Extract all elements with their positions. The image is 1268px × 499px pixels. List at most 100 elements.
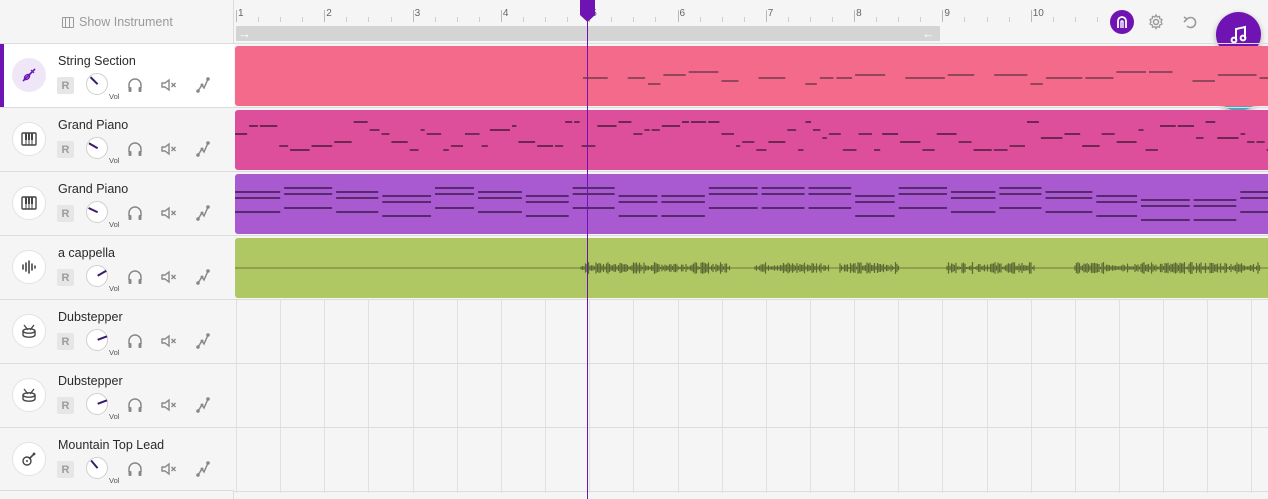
mute-icon[interactable] [160, 268, 178, 286]
mute-icon[interactable] [160, 76, 178, 94]
record-arm-button[interactable]: R [57, 205, 74, 222]
string-section-region[interactable] [235, 46, 1268, 106]
arrow-right-icon[interactable]: → [238, 26, 254, 41]
grid-line [500, 299, 502, 493]
headphones-icon[interactable] [126, 76, 144, 94]
beat-tick [898, 17, 900, 22]
grid-line [986, 299, 988, 493]
headphones-icon[interactable] [126, 332, 144, 350]
headphones-icon[interactable] [126, 204, 144, 222]
headphones-icon[interactable] [126, 140, 144, 158]
grand-piano-region[interactable] [235, 174, 1268, 234]
track-name[interactable]: String Section [58, 54, 136, 68]
track-name[interactable]: Dubstepper [58, 374, 123, 388]
grand-piano-region[interactable] [235, 110, 1268, 170]
record-arm-button[interactable]: R [57, 333, 74, 350]
track-name[interactable]: Grand Piano [58, 182, 128, 196]
track-header-a-cappella[interactable]: a cappella R Vol [0, 235, 234, 299]
mute-icon[interactable] [160, 332, 178, 350]
volume-label: Vol [109, 92, 120, 101]
mute-icon[interactable] [160, 140, 178, 158]
piano-icon[interactable] [12, 186, 46, 220]
piano-icon[interactable] [12, 122, 46, 156]
effects-icon[interactable] [194, 396, 212, 414]
lane-mountain-top-lead[interactable] [234, 427, 1268, 492]
midi-notes [235, 121, 1268, 151]
drum-icon[interactable] [12, 378, 46, 412]
track-name[interactable]: Mountain Top Lead [58, 438, 164, 452]
record-arm-button[interactable]: R [57, 397, 74, 414]
track-header-grand-piano[interactable]: Grand Piano R Vol [0, 107, 234, 171]
record-arm-button[interactable]: R [57, 461, 74, 478]
mute-icon[interactable] [160, 204, 178, 222]
grid-line [898, 299, 900, 493]
a-cappella-region[interactable] [235, 238, 1268, 298]
volume-knob[interactable] [86, 329, 108, 351]
beat-tick [280, 17, 282, 22]
effects-icon[interactable] [194, 268, 212, 286]
metronome-icon[interactable] [1110, 10, 1134, 34]
beat-tick [302, 17, 304, 22]
lane-a-cappella[interactable] [234, 235, 1268, 299]
bar-number: 6 [679, 8, 686, 19]
guitar-icon[interactable] [12, 442, 46, 476]
undo-icon[interactable] [1178, 10, 1202, 34]
volume-knob[interactable] [86, 201, 108, 223]
grid-line [1207, 299, 1209, 493]
effects-icon[interactable] [194, 140, 212, 158]
mute-icon[interactable] [160, 396, 178, 414]
lane-string-section[interactable] [234, 43, 1268, 107]
beat-tick [390, 17, 392, 22]
beat-tick [964, 17, 966, 22]
volume-knob[interactable] [86, 73, 108, 95]
headphones-icon[interactable] [126, 268, 144, 286]
drum-icon[interactable] [12, 314, 46, 348]
lane-dubstepper[interactable] [234, 299, 1268, 363]
lane-dubstepper-2[interactable] [234, 363, 1268, 427]
arrow-left-icon[interactable]: ← [922, 26, 938, 41]
record-arm-button[interactable]: R [57, 77, 74, 94]
track-name[interactable]: a cappella [58, 246, 115, 260]
bar-tick [412, 10, 414, 22]
volume-knob[interactable] [86, 137, 108, 159]
track-header-grand-piano-2[interactable]: Grand Piano R Vol [0, 171, 234, 235]
track-header-dubstepper[interactable]: Dubstepper R Vol [0, 299, 234, 363]
waveform-icon[interactable] [12, 250, 46, 284]
volume-knob[interactable] [86, 265, 108, 287]
grid-line [809, 299, 811, 493]
playhead-handle[interactable] [580, 0, 595, 22]
volume-knob[interactable] [86, 393, 108, 415]
volume-knob[interactable] [86, 457, 108, 479]
midi-notes [583, 71, 1268, 85]
grid-line [677, 299, 679, 493]
bar-number: 1 [238, 8, 244, 19]
beat-tick [567, 17, 569, 22]
gear-icon[interactable] [1144, 10, 1168, 34]
violin-icon[interactable] [12, 58, 46, 92]
mute-icon[interactable] [160, 460, 178, 478]
record-arm-button[interactable]: R [57, 141, 74, 158]
effects-icon[interactable] [194, 460, 212, 478]
grid-line [765, 299, 767, 493]
headphones-icon[interactable] [126, 396, 144, 414]
loop-region-bar[interactable] [236, 26, 940, 41]
lane-grand-piano-2[interactable] [234, 171, 1268, 235]
effects-icon[interactable] [194, 204, 212, 222]
record-arm-button[interactable]: R [57, 269, 74, 286]
effects-icon[interactable] [194, 76, 212, 94]
headphones-icon[interactable] [126, 460, 144, 478]
beat-tick [1052, 17, 1054, 22]
show-instrument-label: Show Instrument [79, 15, 173, 29]
track-header-mountain-top-lead[interactable]: Mountain Top Lead R Vol [0, 427, 234, 491]
track-name[interactable]: Dubstepper [58, 310, 123, 324]
track-header-dubstepper-2[interactable]: Dubstepper R Vol [0, 363, 234, 427]
effects-icon[interactable] [194, 332, 212, 350]
beat-tick [986, 17, 988, 22]
lane-grand-piano[interactable] [234, 107, 1268, 171]
track-name[interactable]: Grand Piano [58, 118, 128, 132]
track-header-string-section[interactable]: String Section R Vol [0, 43, 234, 107]
bar-tick [677, 10, 679, 22]
grid-line [412, 299, 414, 493]
show-instrument-button[interactable]: Show Instrument [62, 14, 173, 30]
grid-line [236, 299, 237, 493]
